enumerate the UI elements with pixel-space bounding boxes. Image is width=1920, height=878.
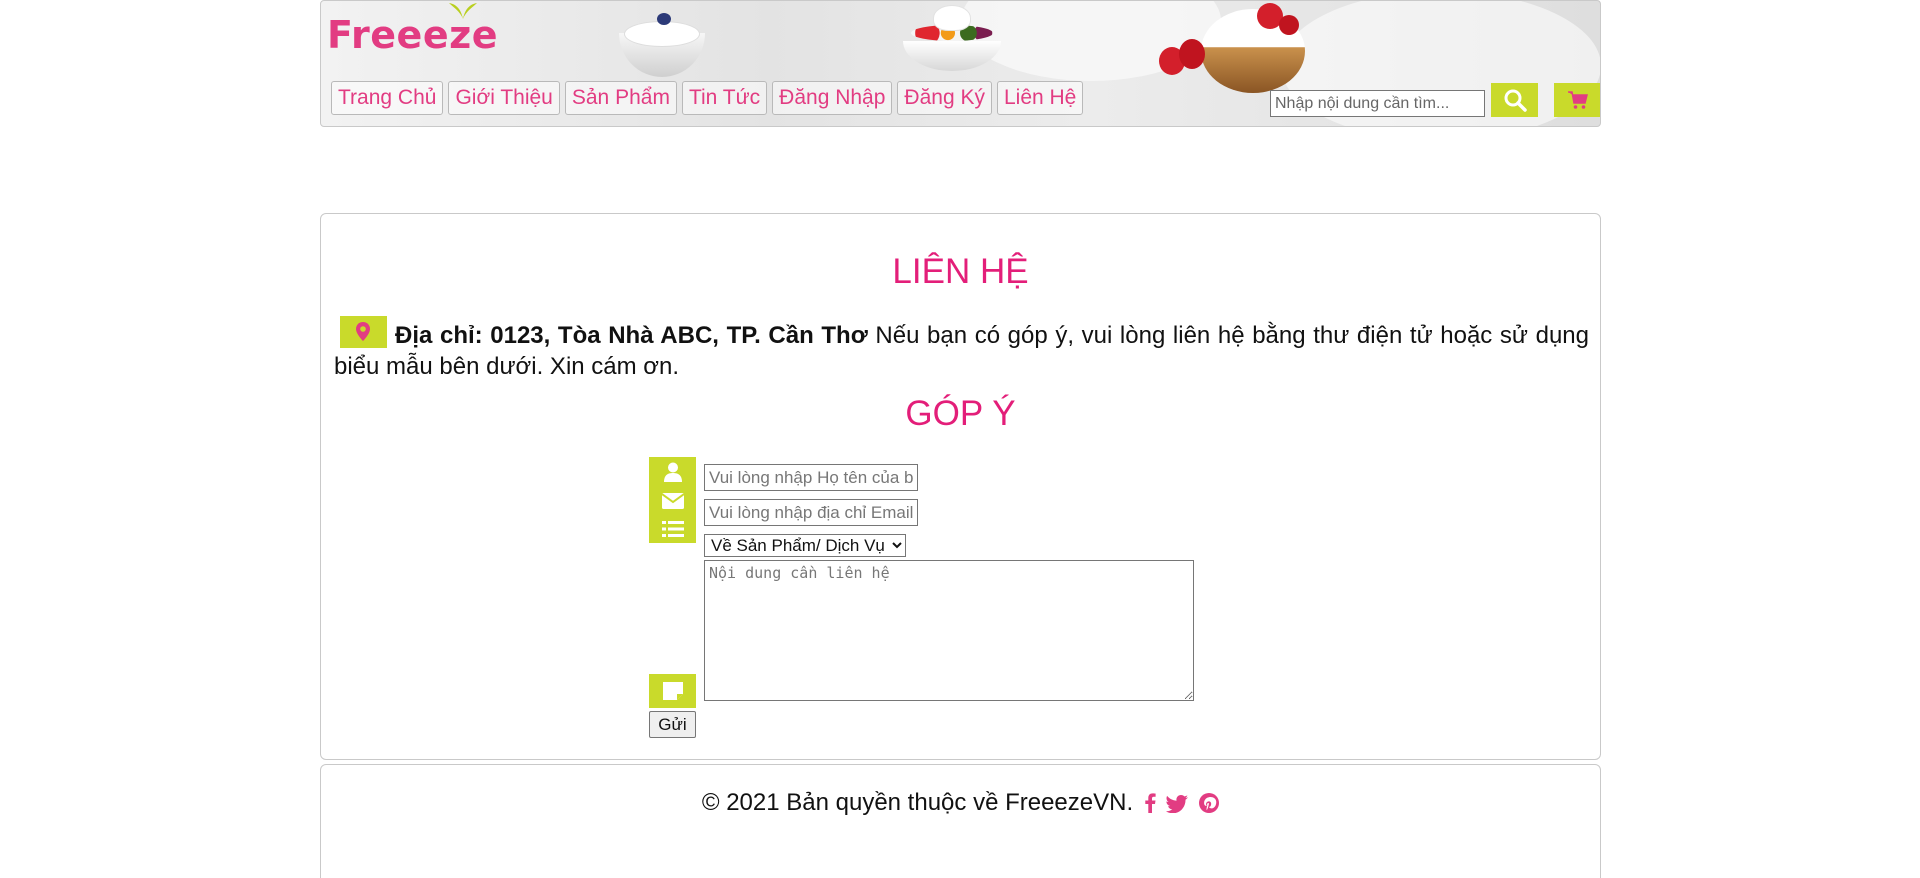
main-nav: Trang Chủ Giới Thiệu Sản Phẩm Tin Tức Đă… bbox=[331, 81, 1084, 115]
send-button[interactable]: Gửi bbox=[649, 711, 696, 738]
topic-select[interactable]: Về Sản Phẩm/ Dịch Vụ bbox=[704, 534, 906, 557]
search-button[interactable] bbox=[1491, 83, 1538, 117]
cart-button[interactable] bbox=[1554, 83, 1600, 117]
list-icon bbox=[649, 515, 696, 543]
message-textarea[interactable] bbox=[704, 560, 1194, 701]
logo-sprout-icon bbox=[449, 3, 477, 19]
logo[interactable]: Freeeze bbox=[327, 13, 498, 57]
nav-item-login[interactable]: Đăng Nhập bbox=[772, 81, 893, 115]
feedback-title: GÓP Ý bbox=[905, 394, 1016, 433]
nav-item-news[interactable]: Tin Tức bbox=[681, 81, 768, 115]
header-banner: Freeeze Trang Chủ Giới Thiệu Sản Phẩm Ti… bbox=[320, 0, 1601, 127]
page: Freeeze Trang Chủ Giới Thiệu Sản Phẩm Ti… bbox=[0, 0, 1920, 878]
facebook-icon[interactable] bbox=[1144, 792, 1156, 820]
pinterest-icon[interactable] bbox=[1199, 792, 1220, 820]
nav-item-products[interactable]: Sản Phẩm bbox=[564, 81, 677, 115]
search-input[interactable] bbox=[1270, 90, 1485, 117]
envelope-icon bbox=[649, 487, 696, 515]
map-marker-icon bbox=[340, 316, 387, 348]
search-icon bbox=[1504, 89, 1527, 112]
yogurt-cup-image bbox=[619, 7, 705, 77]
twitter-icon[interactable] bbox=[1166, 792, 1189, 820]
copyright-text: © 2021 Bản quyền thuộc về FreeezeVN. bbox=[701, 789, 1134, 816]
address-label: Địa chỉ: 0123, Tòa Nhà ABC, TP. Cần Thơ bbox=[395, 322, 868, 349]
cart-icon bbox=[1567, 91, 1588, 109]
strawberry-yogurt-bowl-image bbox=[1157, 1, 1315, 93]
contact-panel: LIÊN HỆ Địa chỉ: 0123, Tòa Nhà ABC, TP. … bbox=[320, 213, 1601, 760]
footer-line: © 2021 Bản quyền thuộc về FreeezeVN. bbox=[321, 789, 1600, 820]
nav-item-home[interactable]: Trang Chủ bbox=[331, 81, 444, 115]
footer: © 2021 Bản quyền thuộc về FreeezeVN. bbox=[320, 764, 1601, 878]
nav-item-contact[interactable]: Liên Hệ bbox=[996, 81, 1084, 115]
email-field[interactable] bbox=[704, 499, 918, 526]
fruit-yogurt-bowl-image bbox=[903, 3, 1001, 71]
note-icon bbox=[649, 674, 696, 708]
nav-item-about[interactable]: Giới Thiệu bbox=[448, 81, 560, 115]
contact-title: LIÊN HỆ bbox=[892, 252, 1029, 291]
nav-item-register[interactable]: Đăng Ký bbox=[897, 81, 992, 115]
contact-address-block: Địa chỉ: 0123, Tòa Nhà ABC, TP. Cần Thơ … bbox=[334, 316, 1589, 382]
logo-text: Freeeze bbox=[327, 13, 498, 57]
user-icon bbox=[649, 457, 696, 487]
name-field[interactable] bbox=[704, 464, 918, 491]
